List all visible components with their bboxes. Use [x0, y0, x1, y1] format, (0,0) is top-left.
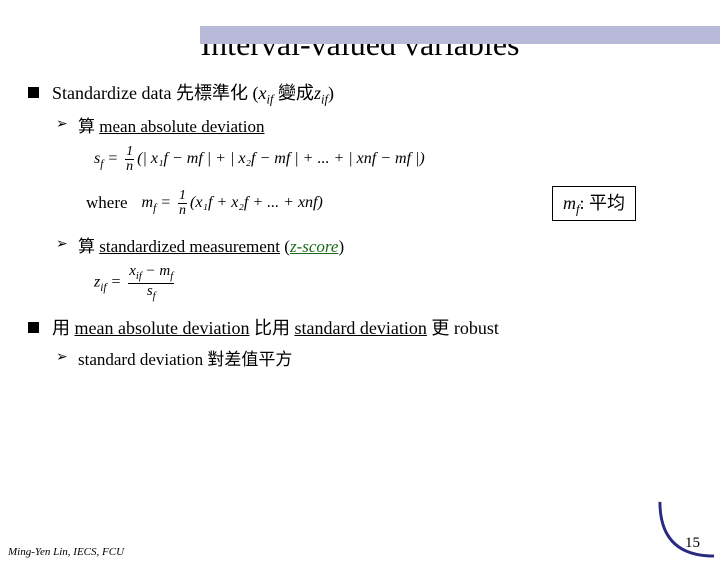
- mf-var: m: [563, 193, 576, 213]
- term-std-meas: standardized measurement: [99, 237, 280, 256]
- formula-sf: sf = 1n(| x₁f − mf | + | x₂f − mf | + ..…: [34, 145, 696, 174]
- sf-body: (| x₁f − mf | + | x₂f − mf | + ... + | x…: [137, 150, 425, 167]
- mf-body: (x₁f + x₂f + ... + xnf): [190, 194, 323, 211]
- where-label: where: [86, 193, 128, 213]
- text: 比用: [249, 318, 294, 338]
- mf-lhs: m: [142, 194, 154, 211]
- mf-rest: : 平均: [579, 193, 625, 213]
- text: Standardize data 先標準化 (: [52, 83, 258, 103]
- formula-mf: mf = 1n(x₁f + x₂f + ... + xnf): [142, 189, 323, 218]
- sub-bullet-mad: 算 mean absolute deviation: [34, 115, 696, 139]
- text: ): [328, 83, 334, 103]
- eq: =: [103, 150, 122, 167]
- text: 算: [78, 117, 99, 136]
- where-row: where mf = 1n(x₁f + x₂f + ... + xnf) mf:…: [34, 186, 696, 221]
- frac-zif: xif − mfsf: [128, 264, 174, 302]
- eq: =: [156, 194, 175, 211]
- bullet-robust: 用 mean absolute deviation 比用 standard de…: [34, 316, 696, 341]
- boxed-mf-mean: mf: 平均: [552, 186, 636, 221]
- text: 算: [78, 237, 99, 256]
- slide-content: Standardize data 先標準化 (xif 變成zif) 算 mean…: [0, 81, 720, 371]
- paren-close: ): [338, 237, 344, 256]
- frac-1-n-2: 1n: [178, 189, 187, 218]
- zscore-term: z-score: [290, 237, 338, 256]
- formula-zif: zif = xif − mfsf: [34, 264, 696, 302]
- term-mad-2: mean absolute deviation: [75, 318, 250, 338]
- paren-open: (: [280, 237, 290, 256]
- sub-bullet-stddev-sq: standard deviation 對差值平方: [34, 348, 696, 372]
- var-zif-z: z: [314, 83, 321, 103]
- text: standard deviation 對差值平方: [78, 350, 292, 369]
- bullet-standardize: Standardize data 先標準化 (xif 變成zif): [34, 81, 696, 109]
- page-number: 15: [685, 535, 700, 552]
- sub-bullet-zscore: 算 standardized measurement (z-score): [34, 235, 696, 259]
- footer-author: Ming-Yen Lin, IECS, FCU: [8, 546, 124, 558]
- frac-1-n: 1n: [125, 145, 134, 174]
- term-mad: mean absolute deviation: [99, 117, 264, 136]
- var-zif-sub: if: [321, 93, 328, 107]
- term-stddev: standard deviation: [294, 318, 426, 338]
- text: 變成: [273, 83, 314, 103]
- top-decor-band: [0, 26, 720, 44]
- text: 用: [52, 318, 75, 338]
- eq: =: [106, 274, 125, 291]
- text: 更 robust: [427, 318, 499, 338]
